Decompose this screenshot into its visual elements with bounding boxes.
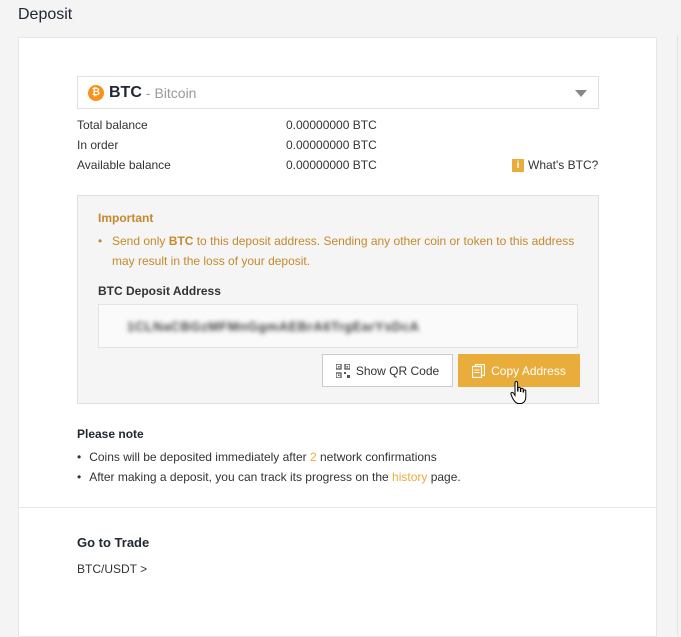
balance-value-total: 0.00000000 BTC — [286, 118, 377, 132]
copy-address-label: Copy Address — [491, 363, 566, 378]
show-qr-code-label: Show QR Code — [355, 363, 440, 378]
deposit-card: ₿ BTC - Bitcoin Total balance 0.00000000… — [18, 37, 657, 637]
deposit-address-label: BTC Deposit Address — [98, 284, 221, 298]
scrollbar-track — [677, 35, 678, 635]
coin-symbol: BTC — [109, 83, 142, 101]
show-qr-code-button[interactable]: Show QR Code — [322, 354, 453, 387]
hand-cursor-icon — [510, 381, 527, 404]
history-link[interactable]: history — [392, 470, 427, 484]
balance-value-in-order: 0.00000000 BTC — [286, 138, 377, 152]
deposit-address-field[interactable]: 1CLNaCBGzMFMnGgmAEBrA6TrgEarYsDcA — [98, 304, 578, 348]
deposit-address-value: 1CLNaCBGzMFMnGgmAEBrA6TrgEarYsDcA — [127, 319, 420, 334]
important-title: Important — [98, 211, 154, 225]
note-item-confirmations: • Coins will be deposited immediately aft… — [77, 450, 437, 464]
confirmation-count: 2 — [309, 450, 317, 464]
coin-name: - Bitcoin — [145, 84, 197, 101]
coin-select[interactable]: ₿ BTC - Bitcoin — [77, 76, 599, 109]
whats-btc-link[interactable]: i What's BTC? — [512, 158, 598, 172]
please-note-title: Please note — [77, 427, 144, 441]
note-item-history: • After making a deposit, you can track i… — [77, 470, 461, 484]
qr-code-icon — [335, 363, 350, 378]
whats-btc-label: What's BTC? — [528, 158, 599, 172]
info-icon: i — [512, 158, 524, 172]
section-divider — [19, 507, 656, 508]
important-coin: BTC — [168, 234, 194, 248]
chevron-down-icon[interactable] — [575, 90, 587, 97]
trade-pair-link[interactable]: BTC/USDT > — [77, 562, 147, 576]
balance-label-available: Available balance — [77, 158, 171, 172]
balance-label-in-order: In order — [77, 138, 119, 152]
important-text: • Send only BTC to this deposit address. … — [98, 234, 575, 268]
copy-icon — [472, 363, 486, 378]
balance-label-total: Total balance — [77, 118, 148, 132]
bitcoin-icon: ₿ — [88, 84, 104, 101]
go-to-trade-title: Go to Trade — [77, 535, 150, 550]
balance-value-available: 0.00000000 BTC — [286, 158, 377, 172]
important-box: Important • Send only BTC to this deposit… — [77, 195, 599, 404]
page-title: Deposit — [18, 6, 73, 23]
